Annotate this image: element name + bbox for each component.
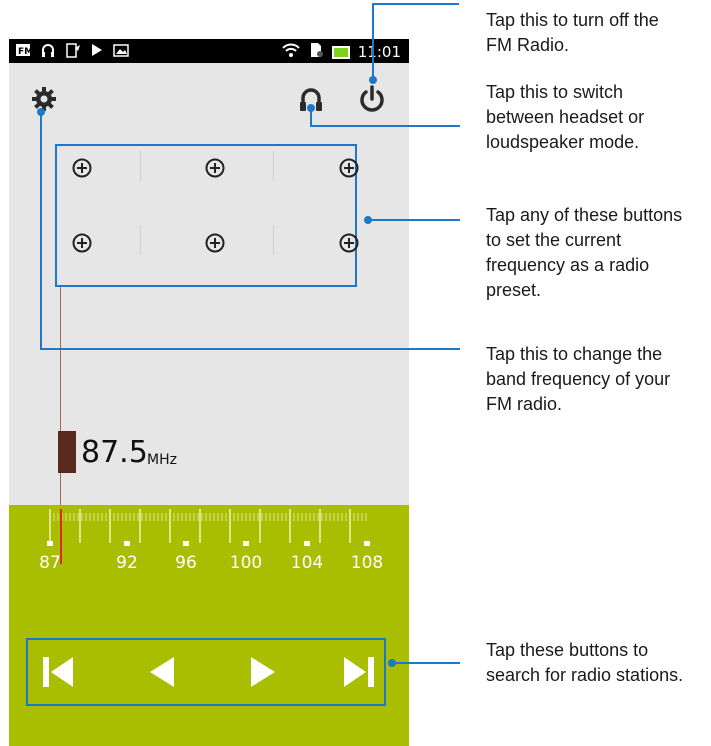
scale-label-marker	[183, 541, 189, 546]
scale-label-marker	[47, 541, 53, 546]
callout-line-power	[372, 3, 374, 80]
preset-button[interactable]	[204, 157, 226, 179]
callout-line-band	[40, 348, 460, 350]
callout-line-power	[372, 3, 459, 5]
power-icon[interactable]	[358, 84, 386, 114]
skip-previous-icon[interactable]	[41, 655, 75, 689]
status-time: 11:01	[357, 43, 401, 61]
callout-dot-band	[37, 108, 45, 116]
scale-label: 108	[350, 553, 384, 573]
add-circle-icon	[339, 158, 359, 178]
callout-dot-search	[388, 659, 396, 667]
preset-button[interactable]	[71, 232, 93, 254]
headset-icon	[40, 42, 56, 58]
scale-label: 96	[175, 553, 197, 573]
add-circle-icon	[72, 158, 92, 178]
callout-search: Tap these buttons to search for radio st…	[486, 640, 684, 685]
wifi-icon	[282, 42, 300, 62]
callout-dot-presets	[364, 216, 372, 224]
fm-radio-icon: FM	[15, 42, 33, 58]
callout-dot-headset	[307, 104, 315, 112]
seek-forward-icon[interactable]	[245, 655, 279, 689]
callout-power: Tap this to turn off the FM Radio.	[486, 10, 659, 55]
frequency-unit: MHz	[147, 452, 177, 468]
frequency-value: 87.5	[81, 435, 148, 470]
battery-charging-icon	[331, 45, 350, 59]
skip-next-icon[interactable]	[342, 655, 376, 689]
scale-label: 104	[290, 553, 324, 573]
callout-headset: Tap this to switch between headset or lo…	[486, 82, 645, 152]
preset-divider	[140, 225, 141, 255]
callout-dot-power	[369, 76, 377, 84]
gear-icon[interactable]	[31, 86, 57, 112]
scale-label-marker	[124, 541, 130, 546]
add-circle-icon	[205, 233, 225, 253]
preset-divider	[140, 151, 141, 181]
add-circle-icon	[339, 233, 359, 253]
preset-divider	[273, 151, 274, 181]
scale-label: 100	[229, 553, 263, 573]
phone-screen: FM 11:01 87.5 MHz 87 92 96 100 104 108	[9, 39, 409, 746]
scale-label-marker	[364, 541, 370, 546]
callout-band: Tap this to change the band frequency of…	[486, 344, 671, 414]
svg-text:FM: FM	[18, 47, 31, 57]
scale-label-marker	[304, 541, 310, 546]
play-icon	[90, 42, 104, 58]
frequency-marker	[58, 431, 76, 473]
preset-divider	[273, 225, 274, 255]
callout-line-headset	[310, 125, 460, 127]
callout-line-search	[393, 662, 460, 664]
gallery-icon	[113, 42, 129, 58]
sim-icon	[308, 42, 324, 62]
callout-presets: Tap any of these buttons to set the curr…	[486, 205, 683, 300]
add-circle-icon	[72, 233, 92, 253]
callout-line-presets	[369, 219, 460, 221]
preset-button[interactable]	[71, 157, 93, 179]
scale-label-marker	[243, 541, 249, 546]
status-bar: FM 11:01	[9, 39, 409, 63]
add-circle-icon	[205, 158, 225, 178]
scale-label: 87	[39, 553, 61, 573]
callout-line-band	[40, 112, 42, 350]
preset-button[interactable]	[204, 232, 226, 254]
preset-button[interactable]	[338, 157, 360, 179]
scale-label: 92	[116, 553, 138, 573]
tuner-scale[interactable]	[9, 505, 409, 575]
search-controls	[26, 638, 386, 706]
preset-button[interactable]	[338, 232, 360, 254]
seek-back-icon[interactable]	[146, 655, 180, 689]
battery-saver-icon	[65, 42, 81, 58]
